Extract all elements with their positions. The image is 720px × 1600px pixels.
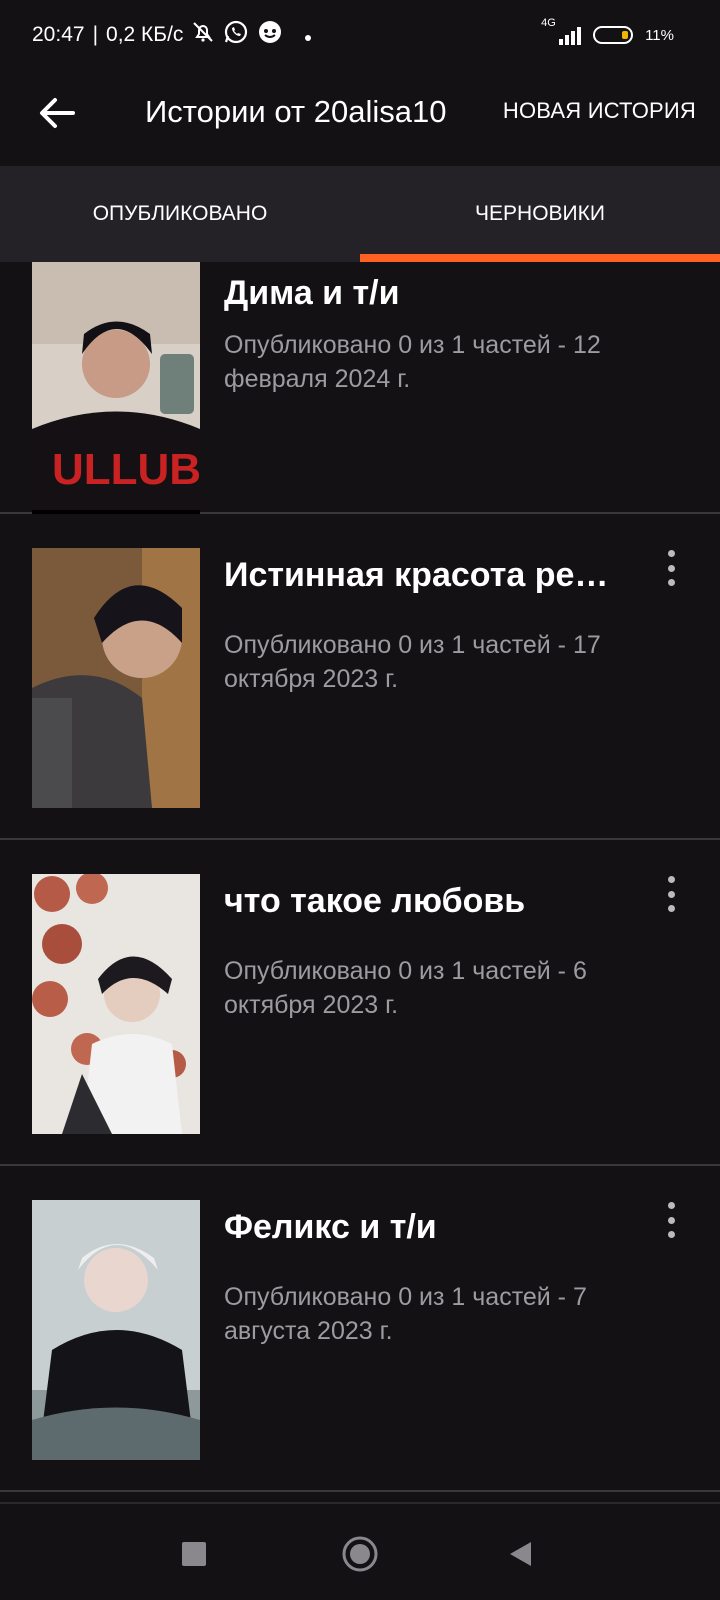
story-title: Истинная красота реальности	[224, 556, 624, 594]
status-time: 20:47	[32, 23, 85, 46]
tab-drafts[interactable]: ЧЕРНОВИКИ	[360, 166, 720, 262]
status-bar: 20:47 | 0,2 КБ/с 4G 11%	[0, 0, 720, 70]
tab-bar: ОПУБЛИКОВАНО ЧЕРНОВИКИ	[0, 166, 720, 262]
story-item[interactable]: что такое любовь Опубликовано 0 из 1 час…	[0, 840, 720, 1166]
more-options-button[interactable]	[656, 546, 686, 590]
story-meta: Опубликовано 0 из 1 частей - 7 августа 2…	[224, 1283, 587, 1345]
recents-button[interactable]	[174, 1534, 214, 1574]
more-options-button[interactable]	[656, 1198, 686, 1242]
recents-square-icon	[182, 1542, 206, 1566]
signal-icon: 4G	[541, 17, 582, 45]
story-meta: Опубликовано 0 из 1 частей - 6 октября 2…	[224, 957, 587, 1019]
home-circle-icon	[342, 1536, 378, 1572]
story-item[interactable]: Феликс и т/и Опубликовано 0 из 1 частей …	[0, 1166, 720, 1492]
arrow-left-icon	[40, 98, 75, 128]
story-cover	[32, 1200, 200, 1460]
dot-icon	[305, 23, 312, 47]
story-title: Феликс и т/и	[224, 1208, 437, 1246]
story-item[interactable]: Истинная красота реальности Опубликовано…	[0, 514, 720, 840]
battery-icon	[593, 26, 634, 44]
story-cover: ULLUBIN	[32, 262, 200, 514]
new-story-button[interactable]: НОВАЯ ИСТОРИЯ	[503, 98, 696, 124]
story-title: Дима и т/и	[224, 274, 400, 312]
status-speed: 0,2 КБ/с	[106, 23, 184, 46]
story-meta: Опубликовано 0 из 1 частей - 17 октября …	[224, 631, 601, 693]
battery-percent: 11%	[645, 26, 674, 44]
messenger-icon	[257, 19, 283, 51]
story-cover	[32, 548, 200, 808]
story-title: что такое любовь	[224, 882, 526, 920]
home-button[interactable]	[340, 1534, 380, 1574]
tab-published[interactable]: ОПУБЛИКОВАНО	[0, 166, 360, 262]
svg-text:ULLUBIN: ULLUBIN	[52, 445, 200, 494]
story-meta: Опубликовано 0 из 1 частей - 12 февраля …	[224, 331, 601, 393]
back-nav-button[interactable]	[500, 1534, 540, 1574]
story-list: ULLUBIN Дима и т/и Опубликовано 0 из 1 ч…	[0, 262, 720, 1502]
navigation-bar	[0, 1502, 720, 1600]
story-cover	[32, 874, 200, 1134]
more-options-button[interactable]	[656, 872, 686, 916]
tab-indicator	[360, 254, 720, 262]
bell-muted-icon	[191, 20, 215, 50]
page-title: Истории от 20alisa10	[145, 94, 447, 129]
app-bar: Истории от 20alisa10 НОВАЯ ИСТОРИЯ	[0, 70, 720, 166]
back-triangle-icon	[510, 1542, 531, 1566]
back-button[interactable]	[32, 88, 82, 138]
whatsapp-icon	[223, 19, 249, 51]
story-item[interactable]: ULLUBIN Дима и т/и Опубликовано 0 из 1 ч…	[0, 262, 720, 514]
